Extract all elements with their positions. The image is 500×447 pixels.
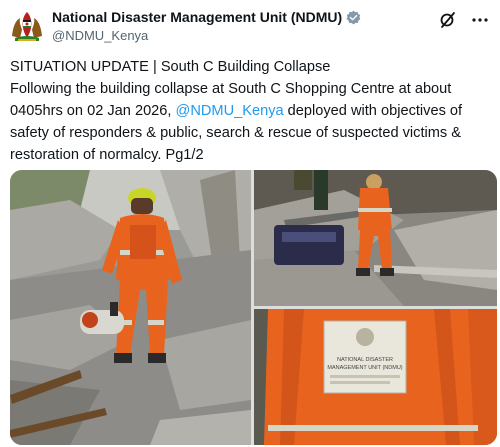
handle[interactable]: @NDMU_Kenya	[52, 27, 361, 44]
photo-rescuers-on-rubble[interactable]	[254, 170, 497, 306]
kenya-coat-of-arms-icon	[12, 12, 42, 41]
media-grid: NATIONAL DISASTER MANAGEMENT UNIT (NDMU)	[10, 170, 497, 445]
display-name[interactable]: National Disaster Management Unit (NDMU)	[52, 8, 342, 26]
tweet-body: Following the building collapse at South…	[10, 78, 492, 166]
avatar[interactable]	[10, 8, 44, 42]
more-options-icon[interactable]	[470, 10, 490, 30]
account-names: National Disaster Management Unit (NDMU)…	[52, 8, 361, 44]
mention-link[interactable]: @NDMU_Kenya	[176, 103, 284, 119]
photo-ndmu-patch[interactable]: NATIONAL DISASTER MANAGEMENT UNIT (NDMU)	[254, 309, 497, 445]
grok-icon[interactable]	[438, 10, 458, 30]
tweet-text: SITUATION UPDATE | South C Building Coll…	[10, 56, 492, 166]
display-name-row[interactable]: National Disaster Management Unit (NDMU)	[52, 8, 361, 26]
tweet-headline: SITUATION UPDATE | South C Building Coll…	[10, 59, 331, 75]
photo-rescuer-with-saw[interactable]	[10, 170, 251, 445]
svg-text:MANAGEMENT UNIT (NDMU): MANAGEMENT UNIT (NDMU)	[327, 365, 402, 371]
verified-badge-icon	[346, 10, 361, 24]
tweet-header: National Disaster Management Unit (NDMU)…	[10, 6, 490, 46]
top-actions	[438, 10, 490, 30]
svg-text:NATIONAL DISASTER: NATIONAL DISASTER	[337, 357, 393, 363]
